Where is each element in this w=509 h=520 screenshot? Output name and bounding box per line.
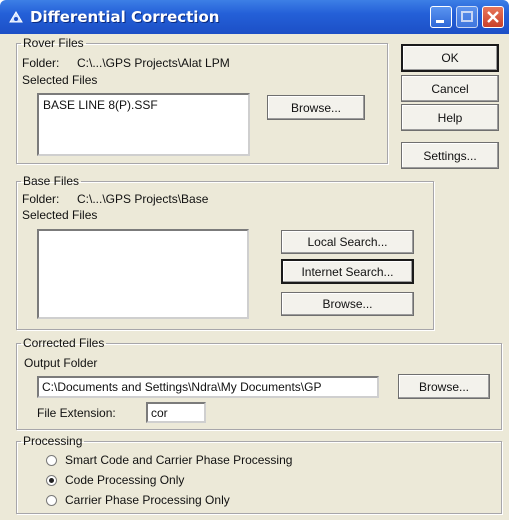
base-files-legend: Base Files (23, 174, 80, 188)
base-files-list[interactable] (37, 229, 249, 319)
radio-button[interactable] (46, 454, 57, 466)
app-icon (8, 9, 24, 25)
internet-search-button[interactable]: Internet Search... (281, 259, 414, 284)
differential-correction-dialog: Differential Correction Rover Files Fold… (0, 0, 509, 520)
dialog-body: Rover Files Folder: C:\...\GPS Projects\… (0, 34, 509, 520)
base-folder-label: Folder: (22, 192, 60, 206)
ok-button[interactable]: OK (401, 44, 499, 72)
cancel-button[interactable]: Cancel (401, 75, 499, 102)
radio-code-only[interactable]: Code Processing Only (46, 473, 184, 487)
settings-button[interactable]: Settings... (401, 142, 499, 169)
radio-label: Code Processing Only (65, 473, 185, 487)
radio-label: Smart Code and Carrier Phase Processing (65, 453, 293, 467)
output-folder-input[interactable]: C:\Documents and Settings\Ndra\My Docume… (37, 376, 379, 398)
base-folder-value: C:\...\GPS Projects\Base (77, 192, 209, 206)
radio-label: Carrier Phase Processing Only (65, 493, 230, 507)
processing-legend: Processing (23, 434, 83, 448)
rover-files-legend: Rover Files (23, 36, 84, 50)
radio-carrier-phase-only[interactable]: Carrier Phase Processing Only (46, 493, 230, 507)
window-title: Differential Correction (30, 8, 220, 26)
rover-browse-button[interactable]: Browse... (267, 95, 365, 120)
radio-button-selected[interactable] (46, 474, 57, 486)
maximize-button[interactable] (456, 6, 478, 28)
minimize-button[interactable] (430, 6, 452, 28)
rover-selected-files-label: Selected Files (22, 73, 98, 87)
output-folder-label: Output Folder (24, 356, 98, 370)
help-button[interactable]: Help (401, 104, 499, 131)
base-browse-button[interactable]: Browse... (281, 292, 414, 316)
close-button[interactable] (482, 6, 504, 28)
corrected-files-legend: Corrected Files (23, 336, 105, 350)
rover-folder-label: Folder: (22, 56, 60, 70)
local-search-button[interactable]: Local Search... (281, 230, 414, 254)
title-bar[interactable]: Differential Correction (0, 0, 509, 34)
base-selected-files-label: Selected Files (22, 208, 98, 222)
radio-button[interactable] (46, 494, 57, 506)
list-item[interactable]: BASE LINE 8(P).SSF (43, 98, 244, 112)
rover-files-list[interactable]: BASE LINE 8(P).SSF (37, 93, 250, 156)
file-extension-label: File Extension: (37, 406, 116, 420)
output-browse-button[interactable]: Browse... (398, 374, 490, 399)
file-extension-input[interactable]: cor (146, 402, 206, 423)
rover-folder-value: C:\...\GPS Projects\Alat LPM (77, 56, 230, 70)
radio-smart-code-carrier[interactable]: Smart Code and Carrier Phase Processing (46, 453, 292, 467)
